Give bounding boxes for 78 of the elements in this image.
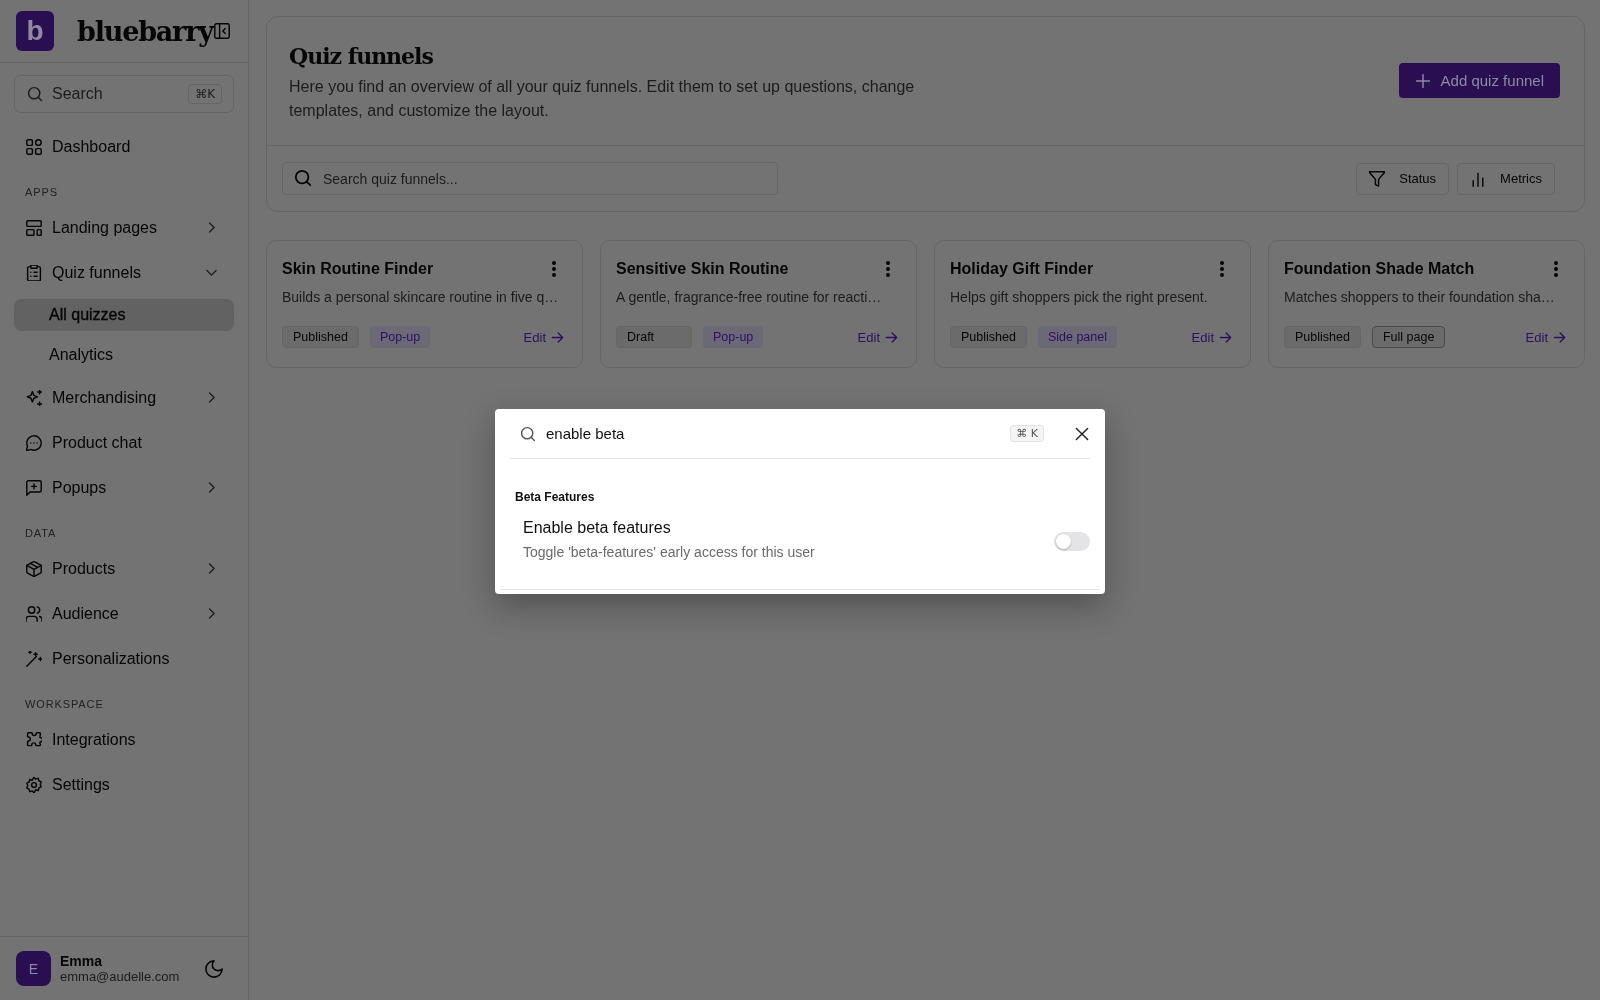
nav-item[interactable]: Audience	[14, 595, 234, 632]
card-title: Holiday Gift Finder	[950, 259, 1094, 279]
sidebar-collapse-icon[interactable]	[214, 23, 230, 39]
plus-icon	[1414, 72, 1431, 89]
status-badge: Published	[282, 326, 359, 348]
search-icon	[27, 86, 43, 102]
shortcut-hint: ⌘K	[188, 84, 222, 104]
clipboard-icon	[26, 264, 42, 281]
status-badge: Draft	[616, 326, 692, 348]
nav-item[interactable]: Personalizations	[14, 640, 234, 677]
nav-item[interactable]: Products	[14, 550, 234, 587]
funnel-icon	[1369, 170, 1386, 187]
section-label: WORKSPACE	[24, 697, 105, 711]
section-label: DATA	[24, 526, 58, 540]
status-badge: Published	[950, 326, 1027, 348]
card-description: Builds a personal skincare routine in five q…	[282, 288, 560, 307]
logo: b	[16, 11, 54, 51]
nav-item[interactable]: Landing pages	[14, 209, 234, 246]
nav-item[interactable]: Product chat	[14, 424, 234, 461]
edit-link[interactable]: Edit	[1191, 329, 1232, 345]
card-title: Sensitive Skin Routine	[616, 259, 789, 279]
box-icon	[26, 560, 42, 577]
settings-icon	[26, 776, 42, 793]
arrow-right-icon	[1219, 330, 1232, 344]
nav-item[interactable]: Settings	[14, 766, 234, 803]
users-icon	[26, 605, 42, 622]
section-label: APPS	[24, 185, 59, 199]
search-field[interactable]: Search quiz funnels...	[282, 162, 778, 195]
arrow-right-icon	[551, 330, 564, 344]
card-description: Helps gift shoppers pick the right present.	[950, 288, 1209, 307]
add-quiz-funnel-button[interactable]: Add quiz funnel	[1398, 63, 1560, 98]
card-title: Skin Routine Finder	[282, 259, 434, 279]
nav-item[interactable]: Dashboard	[14, 128, 234, 165]
brand-name: bluebarry	[77, 15, 213, 47]
avatar: E	[16, 951, 51, 986]
card-description: A gentle, fragrance-free routine for reacti…	[616, 288, 883, 307]
grid-icon	[26, 138, 42, 155]
nav-subitem[interactable]: All quizzes	[14, 299, 234, 331]
chat-bubble-icon	[26, 434, 42, 451]
layout-icon	[26, 219, 42, 236]
bar-chart-icon	[1470, 170, 1487, 187]
user-name: Emma	[60, 952, 104, 969]
search-icon	[520, 425, 536, 442]
card-title: Foundation Shade Match	[1284, 259, 1475, 279]
edit-link[interactable]: Edit	[1525, 329, 1566, 345]
user-email: emma@audelle.com	[60, 968, 180, 985]
edit-link[interactable]: Edit	[857, 329, 898, 345]
close-icon[interactable]	[1074, 425, 1090, 442]
search-input[interactable]: enable beta	[546, 425, 1001, 442]
tag-badge: Pop-up	[703, 326, 764, 348]
message-plus-icon	[26, 479, 42, 496]
moon-icon[interactable]	[205, 959, 223, 978]
card-description: Matches shoppers to their foundation sha…	[1284, 288, 1556, 307]
tag-badge: Side panel	[1037, 326, 1117, 348]
nav-item[interactable]: Merchandising	[14, 379, 234, 416]
arrow-right-icon	[885, 330, 898, 344]
tag-badge: Pop-up	[369, 326, 431, 348]
tag-badge: Full page	[1371, 326, 1446, 348]
sparkles-icon	[26, 389, 42, 406]
nav-subitem[interactable]: Analytics	[14, 339, 234, 371]
command-title: Enable beta features	[523, 518, 672, 538]
arrow-right-icon	[1553, 330, 1566, 344]
magic-wand-icon	[26, 650, 42, 667]
group-heading: Beta Features	[515, 490, 595, 504]
puzzle-icon	[26, 731, 42, 748]
toggle-switch[interactable]	[1054, 532, 1090, 551]
shortcut-hint: ⌘ K	[1010, 425, 1044, 442]
filter-button[interactable]: Status	[1356, 162, 1450, 195]
edit-link[interactable]: Edit	[523, 329, 564, 345]
page-description: Here you find an overview of all your quiz funnels. Edit them to set up questions, change templates, and customize the layout.	[289, 77, 916, 121]
nav-item[interactable]: Popups	[14, 469, 234, 506]
nav-item[interactable]: Quiz funnels	[14, 254, 234, 291]
command-description: Toggle 'beta-features' early access for this user	[523, 543, 815, 561]
nav-item[interactable]: Integrations	[14, 721, 234, 758]
filter-button[interactable]: Metrics	[1457, 162, 1555, 195]
search-icon	[294, 169, 312, 187]
status-badge: Published	[1284, 326, 1361, 348]
page-title: Quiz funnels	[289, 42, 434, 71]
